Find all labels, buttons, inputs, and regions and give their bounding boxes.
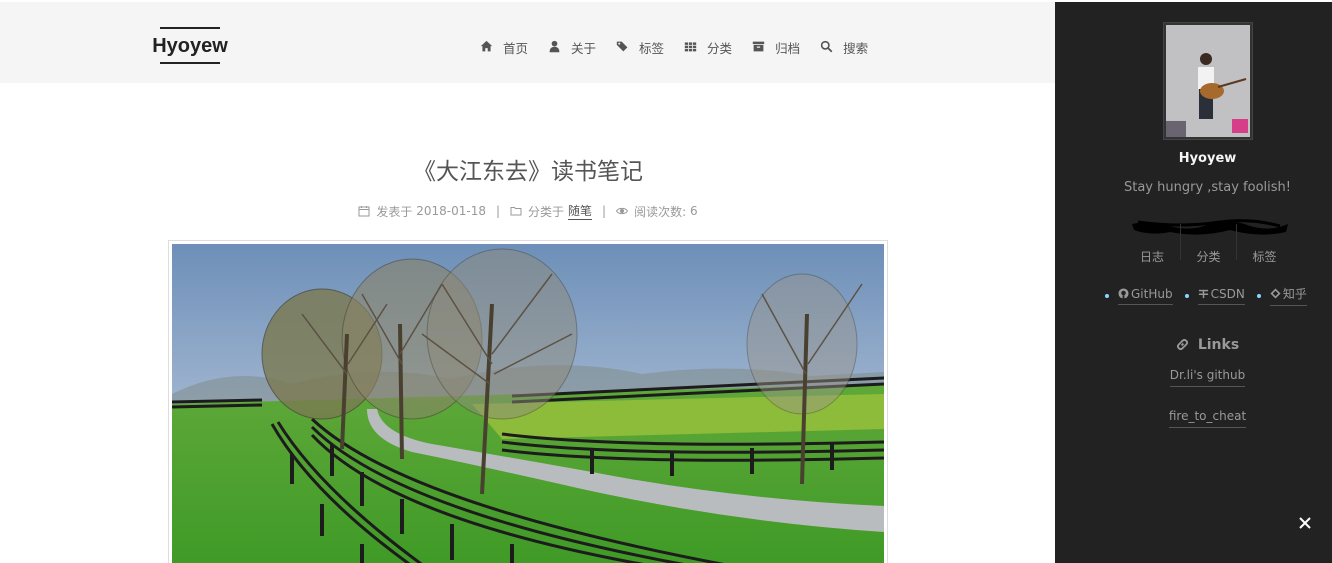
state-item-tags[interactable]: 标签 xyxy=(1236,224,1292,264)
post-category-link[interactable]: 随笔 xyxy=(568,202,593,220)
home-icon xyxy=(480,40,494,54)
menu-item-archives[interactable]: 归档 xyxy=(752,38,800,57)
menu-item-about[interactable]: 关于 xyxy=(548,38,596,57)
menu-item-home[interactable]: 首页 xyxy=(480,38,528,57)
folder-icon xyxy=(510,205,522,217)
archive-icon xyxy=(752,40,766,54)
bullet-dot xyxy=(1105,293,1109,298)
menu-item-search[interactable]: 搜索 xyxy=(820,38,868,57)
github-icon xyxy=(1118,288,1129,299)
post-meta: 发表于 2018-01-18 | 分类于 随笔 | 阅读次数: 6 xyxy=(170,202,886,220)
site-title[interactable]: Hyoyew xyxy=(150,29,230,62)
meta-divider: | xyxy=(495,204,501,218)
site-header: Hyoyew 首页 关于 标签 分类 归档 搜索 xyxy=(0,2,1055,83)
avatar-photo xyxy=(1166,25,1250,137)
menu-label-home: 首页 xyxy=(503,40,529,56)
page: Hyoyew 首页 关于 标签 分类 归档 搜索 《大江东去》读书笔记 发表于 … xyxy=(0,0,1332,563)
bullet-dot xyxy=(1184,293,1189,298)
meta-divider: | xyxy=(602,204,607,218)
site-state: 日志 分类 标签 xyxy=(1124,224,1292,264)
tags-icon xyxy=(616,40,630,54)
state-label-tags: 标签 xyxy=(1252,250,1277,264)
post-published-label: 发表于 xyxy=(376,204,413,219)
social-label-github: GitHub xyxy=(1131,286,1173,301)
social-links: GitHub CSDN 知乎 xyxy=(1099,285,1313,306)
post-views-label: 阅读次数: xyxy=(634,204,687,219)
main-menu: 首页 关于 标签 分类 归档 搜索 xyxy=(480,37,888,57)
zhihu-icon xyxy=(1270,288,1281,299)
brand-line-bottom xyxy=(160,62,220,64)
menu-label-categories: 分类 xyxy=(707,40,733,56)
post-cover-image xyxy=(168,240,888,563)
state-item-posts[interactable]: 日志 xyxy=(1124,224,1180,264)
blogroll-link[interactable]: Dr.li's github xyxy=(1169,368,1246,387)
menu-label-tags: 标签 xyxy=(639,40,665,56)
social-item-zhihu[interactable]: 知乎 xyxy=(1256,285,1307,306)
blogroll-link[interactable]: fire_to_cheat xyxy=(1168,409,1247,428)
sidebar-close-button[interactable] xyxy=(1298,515,1314,531)
menu-item-tags[interactable]: 标签 xyxy=(616,38,664,57)
search-icon xyxy=(820,40,834,54)
csdn-icon xyxy=(1198,288,1209,299)
state-label-posts: 日志 xyxy=(1139,250,1164,264)
eye-icon xyxy=(616,205,629,217)
state-item-categories[interactable]: 分类 xyxy=(1180,224,1236,264)
social-item-csdn[interactable]: CSDN xyxy=(1184,285,1245,306)
post-views-count: 6 xyxy=(689,204,698,218)
social-link-csdn[interactable]: CSDN xyxy=(1197,286,1245,305)
social-label-csdn: CSDN xyxy=(1210,286,1245,301)
calendar-icon xyxy=(358,205,370,217)
links-list: Dr.li's github fire_to_cheat xyxy=(1055,364,1332,446)
user-icon xyxy=(548,40,562,54)
author-name: Hyoyew xyxy=(1178,151,1237,166)
post-category-label: 分类于 xyxy=(528,204,565,219)
link-icon xyxy=(1176,338,1190,352)
site-brand[interactable]: Hyoyew xyxy=(150,27,230,64)
bullet-dot xyxy=(1256,293,1261,298)
menu-label-search: 搜索 xyxy=(843,40,869,56)
menu-item-categories[interactable]: 分类 xyxy=(684,38,732,57)
post-published-date: 2018-01-18 xyxy=(416,204,486,218)
post-title[interactable]: 《大江东去》读书笔记 xyxy=(170,152,886,186)
social-item-github[interactable]: GitHub xyxy=(1105,285,1173,306)
close-icon xyxy=(1299,517,1311,529)
social-label-zhihu: 知乎 xyxy=(1282,287,1307,301)
social-link-zhihu[interactable]: 知乎 xyxy=(1269,285,1307,306)
menu-label-about: 关于 xyxy=(571,40,597,56)
sidebar: Hyoyew Stay hungry ,stay foolish! 日志 分类 … xyxy=(1055,2,1332,563)
th-icon xyxy=(684,40,698,54)
landscape-image xyxy=(172,244,884,563)
social-link-github[interactable]: GitHub xyxy=(1118,287,1173,305)
menu-label-archives: 归档 xyxy=(775,40,801,56)
links-title: Links xyxy=(1055,337,1332,353)
links-title-label: Links xyxy=(1197,337,1240,353)
author-avatar xyxy=(1163,22,1253,140)
author-description: Stay hungry ,stay foolish! xyxy=(1123,180,1291,195)
state-label-categories: 分类 xyxy=(1196,250,1221,264)
